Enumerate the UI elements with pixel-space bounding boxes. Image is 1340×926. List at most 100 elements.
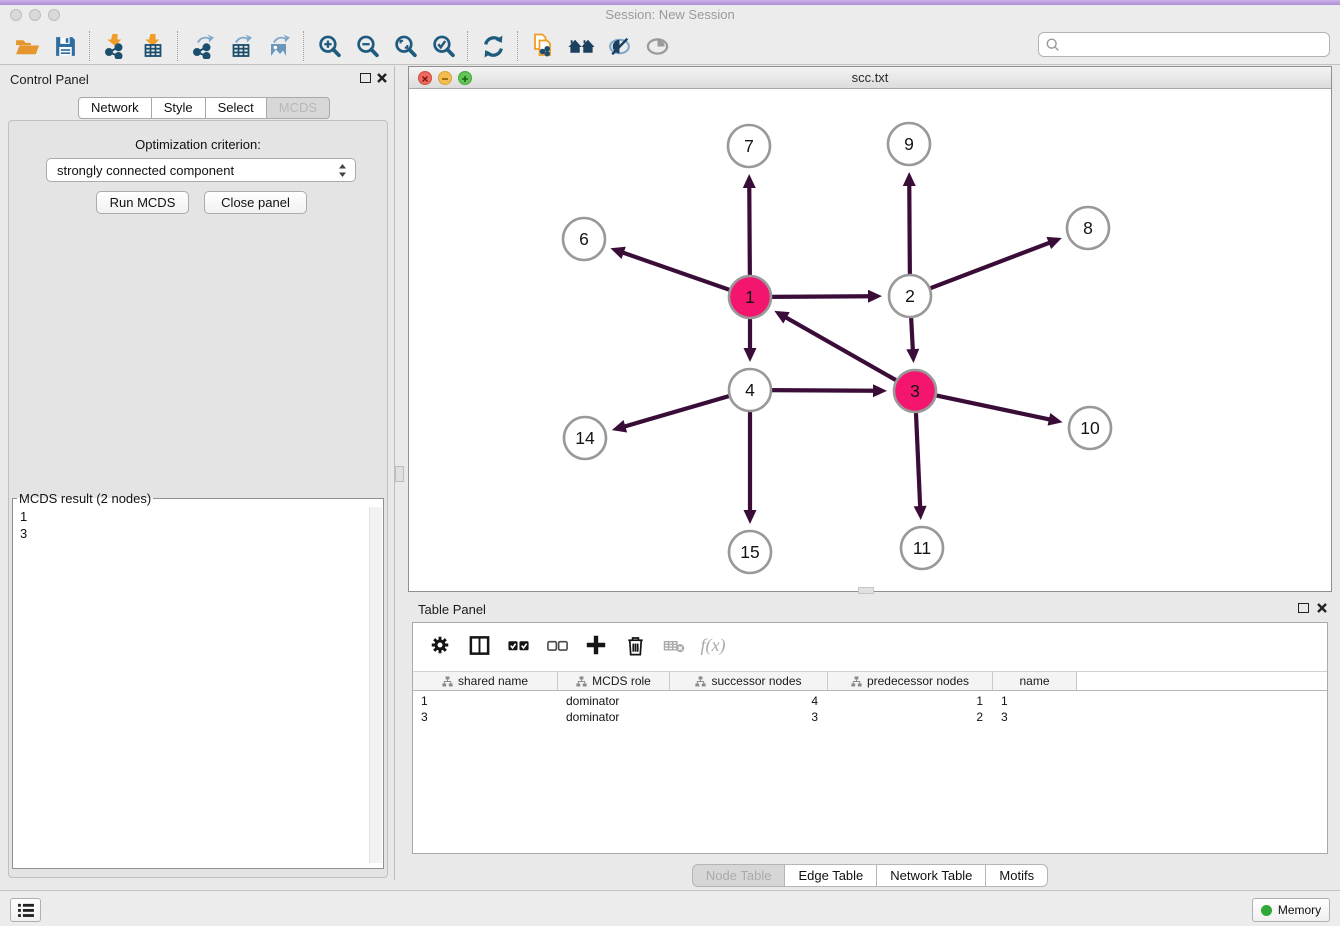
memory-button[interactable]: Memory (1252, 898, 1330, 922)
toolbar-separator (89, 31, 91, 61)
tab-motifs[interactable]: Motifs (986, 864, 1048, 887)
edge-2-3[interactable] (911, 314, 913, 352)
table-panel-header: Table Panel (408, 596, 1332, 622)
graph-node-label: 11 (913, 538, 931, 558)
select-all-icon[interactable] (505, 632, 531, 658)
column-header-MCDS-role[interactable]: MCDS role (558, 672, 670, 690)
memory-label: Memory (1278, 903, 1321, 917)
memory-status-icon (1261, 905, 1272, 916)
column-header-successor-nodes[interactable]: successor nodes (670, 672, 828, 690)
run-mcds-button[interactable]: Run MCDS (96, 191, 189, 214)
deselect-all-icon[interactable] (544, 632, 570, 658)
table-row[interactable]: 1dominator411 (413, 693, 1327, 709)
column-header-label: successor nodes (711, 674, 801, 688)
export-table-icon[interactable] (222, 30, 260, 62)
edge-arrowhead (873, 384, 887, 397)
dropdown-value: strongly connected component (57, 163, 234, 178)
edge-2-9[interactable] (909, 183, 910, 278)
open-folder-icon[interactable] (8, 30, 46, 62)
optimization-criterion-select[interactable]: strongly connected component (46, 158, 356, 182)
optimization-criterion-label: Optimization criterion: (9, 137, 387, 152)
toolbar-separator (177, 31, 179, 61)
export-network-icon[interactable] (184, 30, 222, 62)
table-close-panel-icon[interactable] (1316, 601, 1330, 615)
network-window: scc.txt 7968124314101511 (408, 66, 1332, 592)
export-image-icon[interactable] (260, 30, 298, 62)
delete-row-icon[interactable] (622, 632, 648, 658)
import-network-icon[interactable] (96, 30, 134, 62)
close-panel-icon[interactable] (376, 71, 390, 85)
tab-node-table[interactable]: Node Table (692, 864, 786, 887)
search-box[interactable] (1038, 32, 1330, 57)
control-panel: Control Panel NetworkStyleSelectMCDS Opt… (0, 66, 395, 880)
horizontal-splitter-grip[interactable] (858, 587, 874, 594)
edge-4-3[interactable] (768, 390, 876, 391)
zoom-selected-icon[interactable] (424, 30, 462, 62)
hide-details-icon[interactable] (600, 30, 638, 62)
add-row-icon[interactable] (583, 632, 609, 658)
column-header-label: name (1019, 674, 1049, 688)
delete-table-icon (661, 632, 687, 658)
mcds-result-box: MCDS result (2 nodes) 13 (12, 491, 384, 869)
edge-4-14[interactable] (622, 395, 732, 427)
zoom-fit-icon[interactable] (386, 30, 424, 62)
edge-arrowhead (903, 172, 916, 186)
network-canvas[interactable]: 7968124314101511 (409, 89, 1331, 591)
gear-icon[interactable] (427, 632, 453, 658)
toolbar-separator (467, 31, 469, 61)
column-header-predecessor-nodes[interactable]: predecessor nodes (828, 672, 993, 690)
hierarchy-icon (442, 676, 453, 687)
edge-arrowhead (744, 510, 757, 524)
column-header-name[interactable]: name (993, 672, 1077, 690)
columns-icon[interactable] (466, 632, 492, 658)
edge-3-1[interactable] (784, 316, 899, 382)
import-table-icon[interactable] (134, 30, 172, 62)
mcds-result-line: 1 (20, 508, 383, 525)
tab-network-table[interactable]: Network Table (877, 864, 986, 887)
edge-3-11[interactable] (916, 409, 920, 509)
table-cell: 3 (993, 709, 1077, 725)
edge-1-2[interactable] (768, 296, 871, 297)
table-cell: 4 (670, 693, 828, 709)
search-input[interactable] (1061, 36, 1329, 53)
float-panel-icon[interactable] (360, 73, 371, 83)
tab-edge-table[interactable]: Edge Table (785, 864, 877, 887)
task-history-button[interactable] (10, 898, 41, 922)
graph-node-label: 15 (740, 542, 759, 562)
graph-node-label: 6 (579, 229, 589, 249)
tab-mcds[interactable]: MCDS (267, 97, 330, 119)
edge-arrowhead (744, 348, 757, 362)
zoom-in-icon[interactable] (310, 30, 348, 62)
column-header-shared-name[interactable]: shared name (413, 672, 558, 690)
edge-2-8[interactable] (927, 242, 1052, 290)
tab-network[interactable]: Network (78, 97, 152, 119)
save-icon[interactable] (46, 30, 84, 62)
edge-arrowhead (1048, 413, 1063, 426)
zoom-out-icon[interactable] (348, 30, 386, 62)
clone-network-icon[interactable] (524, 30, 562, 62)
table-cell: 2 (828, 709, 993, 725)
fx-icon: f(x) (700, 632, 726, 658)
vertical-splitter-grip[interactable] (395, 466, 404, 482)
edge-1-7[interactable] (749, 185, 750, 279)
edge-1-6[interactable] (621, 252, 733, 291)
column-header-label: MCDS role (592, 674, 651, 688)
application-window: Session: New Session Control Panel Netwo… (0, 0, 1340, 926)
search-icon (1045, 37, 1061, 53)
table-row[interactable]: 3dominator323 (413, 709, 1327, 725)
result-scrollbar[interactable] (369, 507, 382, 863)
table-cell: 3 (670, 709, 828, 725)
table-cell: dominator (558, 693, 670, 709)
edge-3-10[interactable] (933, 395, 1052, 420)
graph-node-label: 14 (575, 428, 595, 448)
column-header-filler (1077, 672, 1327, 690)
home-icon[interactable] (562, 30, 600, 62)
tab-style[interactable]: Style (152, 97, 206, 119)
control-panel-title: Control Panel (10, 72, 89, 87)
table-float-panel-icon[interactable] (1298, 603, 1309, 613)
refresh-icon[interactable] (474, 30, 512, 62)
tab-select[interactable]: Select (206, 97, 267, 119)
close-panel-button[interactable]: Close panel (204, 191, 307, 214)
edge-arrowhead (612, 420, 627, 432)
show-details-icon[interactable] (638, 30, 676, 62)
